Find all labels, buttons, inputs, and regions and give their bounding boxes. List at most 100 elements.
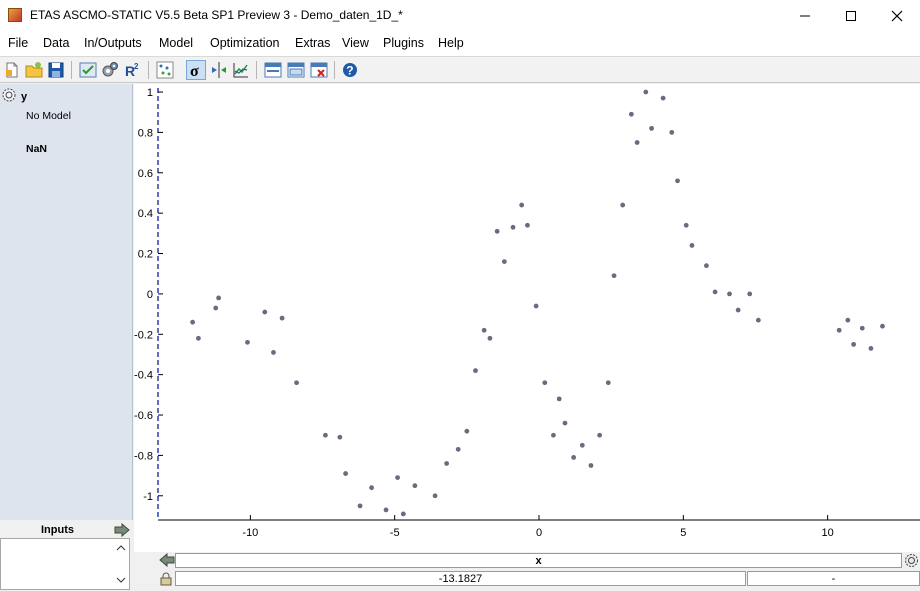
data-point[interactable] bbox=[213, 305, 219, 311]
lock-button[interactable] bbox=[159, 571, 173, 586]
inputs-list[interactable] bbox=[0, 538, 130, 590]
close-window-button[interactable] bbox=[309, 60, 329, 80]
chart-button[interactable] bbox=[231, 60, 251, 80]
data-point[interactable] bbox=[669, 130, 675, 135]
data-point[interactable] bbox=[245, 339, 250, 345]
sigma-button[interactable]: σ bbox=[186, 60, 206, 80]
data-point[interactable] bbox=[510, 224, 516, 230]
data-point[interactable] bbox=[294, 380, 299, 386]
menu-data[interactable]: Data bbox=[43, 36, 69, 50]
x-settings-button[interactable] bbox=[904, 553, 919, 568]
inputs-scrollbar[interactable] bbox=[114, 540, 128, 588]
data-point[interactable] bbox=[262, 309, 268, 315]
data-point[interactable] bbox=[880, 323, 885, 329]
data-point[interactable] bbox=[455, 446, 461, 452]
data-point[interactable] bbox=[271, 350, 276, 355]
data-point[interactable] bbox=[836, 327, 842, 333]
data-point[interactable] bbox=[343, 471, 349, 476]
data-point[interactable] bbox=[432, 493, 438, 499]
save-button[interactable] bbox=[46, 60, 66, 80]
scatter-chart[interactable]: -1 -0.8 -0.6 -0.4 -0.2 0 0.2 0.4 0.6 0.8 1 -10 -5 0 5 1… bbox=[134, 84, 920, 552]
data-point[interactable] bbox=[501, 259, 507, 265]
open-button[interactable] bbox=[24, 60, 44, 80]
menu-plugins[interactable]: Plugins bbox=[383, 36, 424, 50]
data-point[interactable] bbox=[464, 428, 470, 434]
data-point[interactable] bbox=[216, 295, 222, 301]
data-point[interactable] bbox=[556, 396, 562, 402]
data-point[interactable] bbox=[323, 432, 328, 438]
data-point[interactable] bbox=[542, 380, 548, 386]
data-point[interactable] bbox=[620, 202, 626, 208]
data-point[interactable] bbox=[533, 303, 539, 309]
data-point[interactable] bbox=[628, 111, 634, 117]
data-point[interactable] bbox=[494, 228, 500, 234]
x-secondary-field[interactable]: - bbox=[747, 571, 920, 586]
data-point[interactable] bbox=[859, 325, 865, 331]
data-point[interactable] bbox=[562, 420, 568, 426]
data-point[interactable] bbox=[369, 485, 374, 491]
x-value-field[interactable]: -13.1827 bbox=[175, 571, 746, 586]
menu-view[interactable]: View bbox=[342, 36, 369, 50]
data-point[interactable] bbox=[444, 461, 450, 466]
menu-in-outputs[interactable]: In/Outputs bbox=[84, 36, 142, 50]
data-point[interactable] bbox=[571, 455, 577, 460]
maximize-button[interactable] bbox=[828, 0, 874, 32]
data-point[interactable] bbox=[851, 341, 857, 347]
inputs-expand-button[interactable] bbox=[114, 522, 130, 538]
data-point[interactable] bbox=[675, 178, 680, 184]
data-point[interactable] bbox=[519, 202, 525, 208]
menu-model[interactable]: Model bbox=[159, 36, 193, 50]
data-point[interactable] bbox=[683, 222, 689, 228]
data-point[interactable] bbox=[611, 273, 617, 279]
data-point[interactable] bbox=[357, 503, 363, 509]
minimize-button[interactable] bbox=[782, 0, 828, 32]
scatter-matrix-button[interactable] bbox=[155, 60, 175, 80]
data-point[interactable] bbox=[634, 140, 640, 145]
menu-extras[interactable]: Extras bbox=[295, 36, 330, 50]
data-point[interactable] bbox=[649, 125, 654, 131]
menu-help[interactable]: Help bbox=[438, 36, 464, 50]
data-point[interactable] bbox=[704, 263, 709, 269]
data-point[interactable] bbox=[845, 317, 851, 323]
data-point[interactable] bbox=[395, 475, 400, 481]
data-point[interactable] bbox=[551, 432, 556, 438]
layout-alt-button[interactable] bbox=[286, 60, 306, 80]
check-model-button[interactable] bbox=[78, 60, 98, 80]
data-point[interactable] bbox=[412, 483, 418, 489]
data-point[interactable] bbox=[487, 335, 493, 341]
plot-area[interactable]: -1 -0.8 -0.6 -0.4 -0.2 0 0.2 0.4 0.6 0.8 1 -10 -5 0 5 1… bbox=[134, 84, 920, 552]
data-point[interactable] bbox=[597, 432, 603, 438]
data-point[interactable] bbox=[400, 511, 406, 517]
data-point[interactable] bbox=[525, 222, 530, 228]
data-point[interactable] bbox=[383, 507, 389, 513]
data-point[interactable] bbox=[643, 89, 649, 95]
menu-optimization[interactable]: Optimization bbox=[210, 36, 279, 50]
data-point[interactable] bbox=[747, 291, 753, 297]
menu-file[interactable]: File bbox=[8, 36, 28, 50]
input-prev-button[interactable] bbox=[159, 552, 175, 568]
step-button[interactable] bbox=[209, 60, 229, 80]
train-model-button[interactable] bbox=[100, 60, 120, 80]
data-point[interactable] bbox=[689, 243, 695, 248]
data-point[interactable] bbox=[196, 335, 201, 341]
data-point[interactable] bbox=[605, 380, 611, 386]
close-button[interactable] bbox=[874, 0, 920, 32]
data-point[interactable] bbox=[735, 307, 741, 313]
r-squared-button[interactable]: R 2 bbox=[122, 60, 142, 80]
output-settings-button[interactable] bbox=[2, 88, 16, 102]
data-point[interactable] bbox=[727, 291, 732, 297]
data-point[interactable] bbox=[868, 346, 874, 351]
data-point[interactable] bbox=[279, 315, 285, 321]
data-point[interactable] bbox=[660, 95, 666, 101]
data-point[interactable] bbox=[588, 463, 594, 468]
data-point[interactable] bbox=[190, 319, 196, 325]
data-point[interactable] bbox=[337, 434, 343, 440]
data-point[interactable] bbox=[579, 442, 585, 448]
layout-button[interactable] bbox=[263, 60, 283, 80]
data-point[interactable] bbox=[473, 368, 478, 374]
data-point[interactable] bbox=[712, 289, 718, 295]
data-point[interactable] bbox=[755, 317, 761, 323]
new-file-button[interactable] bbox=[2, 60, 22, 80]
help-button[interactable]: ? bbox=[340, 60, 360, 80]
data-point[interactable] bbox=[481, 327, 487, 333]
